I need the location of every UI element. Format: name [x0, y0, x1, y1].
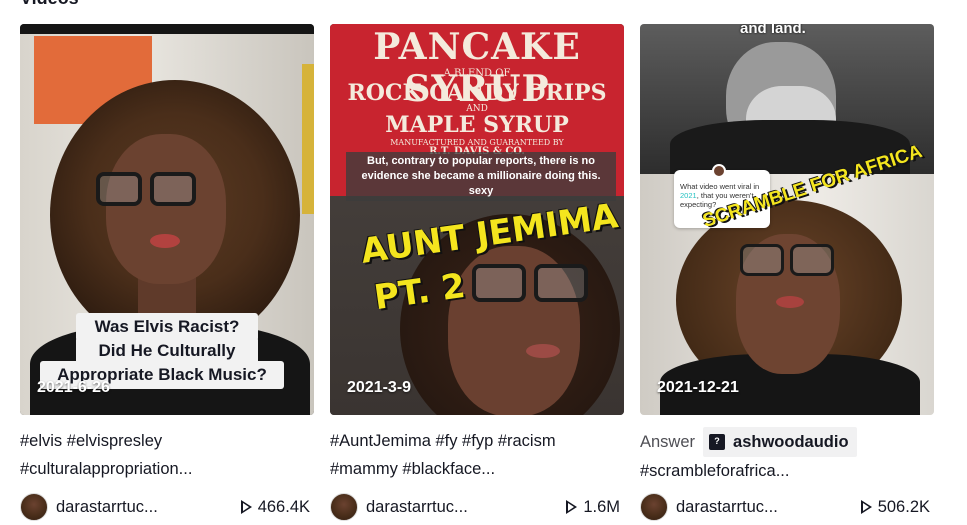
video-date: 2021-3-9 — [347, 379, 412, 396]
question-year: 2021 — [680, 191, 697, 200]
video-meta: darastarrtuc... 1.6M — [330, 492, 624, 522]
svg-text:?: ? — [714, 436, 720, 446]
view-count-value: 466.4K — [257, 497, 310, 516]
video-meta: darastarrtuc... 506.2K — [640, 492, 934, 522]
background-frame — [302, 64, 314, 214]
lips — [776, 296, 804, 308]
video-card: Was Elvis Racist? Did He Culturally Appr… — [20, 24, 314, 522]
thumbnail-top-bar — [20, 24, 314, 34]
question-bubble-icon: ? — [709, 434, 726, 450]
hashtags-line[interactable]: #mammy #blackface... — [330, 455, 624, 483]
answer-row: Answer ? ashwoodaudio — [640, 427, 934, 457]
author-link[interactable]: darastarrtuc... — [640, 493, 778, 521]
label-sub: A BLEND OF — [443, 68, 511, 79]
video-date: 2021-12-21 — [657, 379, 739, 396]
video-card: PANCAKE SYRUP A BLEND OF ROCK CANDY DRIP… — [330, 24, 624, 522]
answer-user-name[interactable]: ashwoodaudio — [733, 428, 849, 456]
play-icon — [240, 500, 252, 514]
view-count: 506.2K — [860, 497, 934, 517]
video-date: 2021-6-26 — [37, 379, 110, 396]
avatar[interactable] — [330, 493, 358, 521]
play-icon — [860, 500, 872, 514]
avatar[interactable] — [20, 493, 48, 521]
video-description[interactable]: #elvis #elvispresley #culturalappropriat… — [20, 427, 314, 483]
view-count: 1.6M — [566, 498, 624, 517]
author-name[interactable]: darastarrtuc... — [676, 498, 778, 517]
view-count-value: 1.6M — [583, 497, 620, 516]
glasses — [96, 172, 196, 206]
answer-label: Answer — [640, 433, 696, 451]
top-overlay-text: and land. — [740, 24, 806, 37]
question-text-pre: What video went viral in — [680, 182, 760, 191]
author-link[interactable]: darastarrtuc... — [330, 493, 468, 521]
label-line: ROCK CANDY DRIPS — [347, 80, 607, 106]
avatar[interactable] — [640, 493, 668, 521]
view-count-value: 506.2K — [877, 497, 930, 516]
view-count: 466.4K — [240, 497, 314, 517]
author-link[interactable]: darastarrtuc... — [20, 493, 158, 521]
hashtags-line[interactable]: #scrambleforafrica... — [640, 457, 934, 483]
author-name[interactable]: darastarrtuc... — [56, 498, 158, 517]
person-face — [106, 134, 226, 284]
video-thumbnail[interactable]: PANCAKE SYRUP A BLEND OF ROCK CANDY DRIP… — [330, 24, 624, 415]
video-thumbnail[interactable]: Was Elvis Racist? Did He Culturally Appr… — [20, 24, 314, 415]
label-line: MAPLE SYRUP — [385, 112, 569, 138]
answer-user-chip[interactable]: ? ashwoodaudio — [703, 427, 857, 457]
question-avatar — [712, 164, 726, 178]
hashtags-line[interactable]: #AuntJemima #fy #fyp #racism — [330, 427, 624, 455]
lips — [150, 234, 180, 248]
video-description[interactable]: #AuntJemima #fy #fyp #racism #mammy #bla… — [330, 427, 624, 483]
glasses — [472, 264, 588, 302]
video-thumbnail[interactable]: and land. What video went viral in 2021,… — [640, 24, 934, 415]
video-meta: darastarrtuc... 466.4K — [20, 492, 314, 522]
overlay-text: But, contrary to popular reports, there … — [346, 152, 616, 201]
hashtags-line[interactable]: #elvis #elvispresley — [20, 427, 314, 455]
glasses — [740, 244, 834, 276]
lips — [526, 344, 560, 358]
video-card: and land. What video went viral in 2021,… — [640, 24, 934, 522]
author-name[interactable]: darastarrtuc... — [366, 498, 468, 517]
video-grid: Was Elvis Racist? Did He Culturally Appr… — [20, 24, 934, 522]
hashtags-line[interactable]: #culturalappropriation... — [20, 455, 314, 483]
play-icon — [566, 500, 578, 514]
video-description[interactable]: Answer ? ashwoodaudio #scrambleforafrica… — [640, 427, 934, 483]
section-title: Videos — [20, 0, 79, 9]
